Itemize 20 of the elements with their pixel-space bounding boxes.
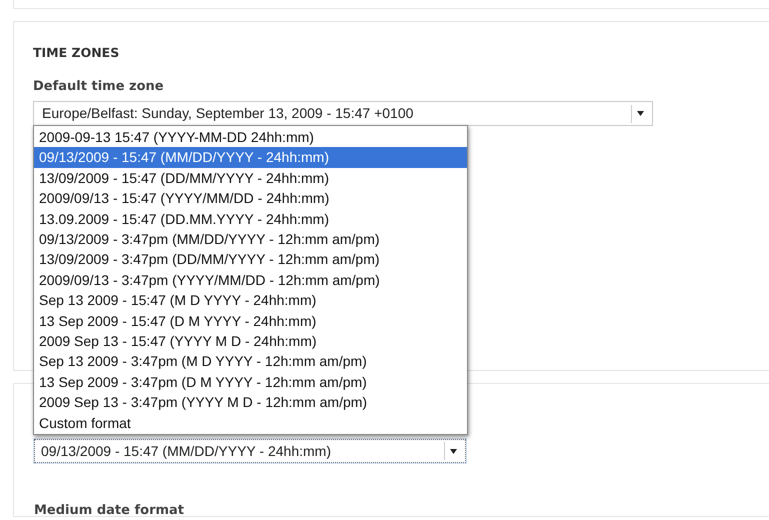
dropdown-option[interactable]: 2009/09/13 - 3:47pm (YYYY/MM/DD - 12h:mm am/pm) bbox=[34, 270, 467, 290]
field-label: Default time zone bbox=[33, 78, 165, 96]
section-heading: TIME ZONES bbox=[33, 44, 120, 62]
dropdown-option[interactable]: 2009/09/13 - 15:47 (YYYY/MM/DD - 24hh:mm) bbox=[34, 188, 467, 209]
dropdown-option[interactable]: 2009-09-13 15:47 (YYYY-MM-DD 24hh:mm) bbox=[34, 127, 467, 148]
dropdown-option[interactable]: 09/13/2009 - 15:47 (MM/DD/YYYY - 24hh:mm) bbox=[34, 147, 467, 168]
dropdown-option[interactable]: 13 Sep 2009 - 15:47 (D M YYYY - 24hh:mm) bbox=[34, 310, 467, 332]
dropdown-option[interactable]: Sep 13 2009 - 15:47 (M D YYYY - 24hh:mm) bbox=[34, 290, 467, 311]
dropdown-option[interactable]: 2009 Sep 13 - 3:47pm (YYYY M D - 12h:mm am/pm) bbox=[34, 392, 467, 413]
dropdown-option[interactable]: 13.09.2009 - 15:47 (DD.MM.YYYY - 24hh:mm) bbox=[34, 208, 467, 230]
dropdown-option[interactable]: 09/13/2009 - 3:47pm (MM/DD/YYYY - 12h:mm am/pm) bbox=[34, 229, 467, 250]
dropdown-option[interactable]: 13 Sep 2009 - 3:47pm (D M YYYY - 12h:mm am/pm) bbox=[34, 372, 467, 392]
field-label: Medium date format bbox=[34, 502, 186, 520]
dropdown-option[interactable]: 13/09/2009 - 15:47 (DD/MM/YYYY - 24hh:mm) bbox=[34, 168, 467, 188]
date-format-select[interactable]: 09/13/2009 - 15:47 (MM/DD/YYYY - 24hh:mm) bbox=[34, 439, 466, 463]
dropdown-option[interactable]: 13/09/2009 - 3:47pm (DD/MM/YYYY - 12h:mm am/pm) bbox=[34, 249, 467, 270]
time-zone-select[interactable]: Europe/Belfast: Sunday, September 13, 2009 - 15:47 +0100 bbox=[33, 101, 653, 126]
dropdown-option[interactable]: Sep 13 2009 - 3:47pm (M D YYYY - 12h:mm am/pm) bbox=[34, 351, 467, 372]
dropdown-option[interactable]: Custom format bbox=[34, 412, 467, 434]
dropdown-option[interactable]: 2009 Sep 13 - 15:47 (YYYY M D - 24hh:mm) bbox=[34, 331, 467, 352]
